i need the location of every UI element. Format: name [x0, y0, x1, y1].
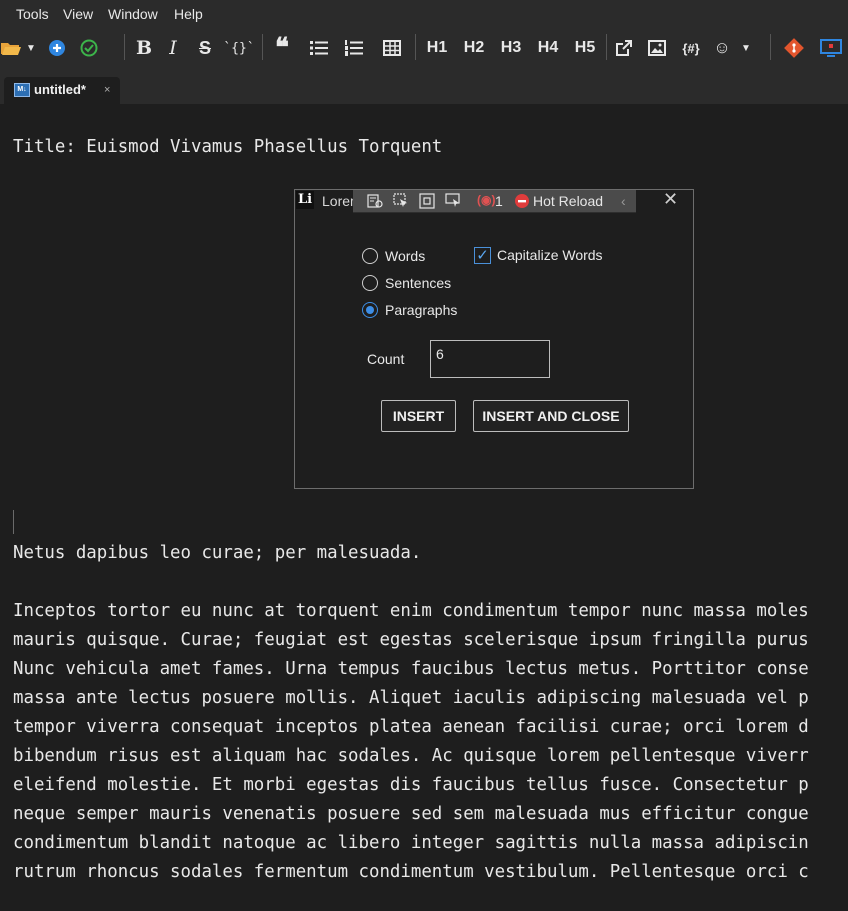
external-link-icon[interactable] — [614, 36, 634, 60]
chevron-down-icon[interactable]: ▼ — [24, 36, 38, 60]
hot-reload-stop-icon[interactable] — [514, 193, 530, 212]
paragraph-line: Inceptos tortor eu nunc at torquent enim… — [13, 601, 809, 621]
track-focus-icon[interactable] — [445, 193, 461, 212]
tab-title: untitled* — [34, 82, 86, 97]
paragraph-line: rutrum rhoncus sodales fermentum condime… — [13, 862, 809, 882]
paragraph-line: massa ante lectus posuere mollis. Alique… — [13, 688, 809, 708]
save-check-icon[interactable] — [79, 36, 99, 60]
close-dialog-icon[interactable]: ✕ — [663, 189, 678, 210]
paragraph-line: bibendum risus est aliquam hac sodales. … — [13, 746, 809, 766]
table-icon[interactable] — [382, 36, 402, 60]
hot-reload-label[interactable]: Hot Reload — [533, 193, 603, 209]
count-input[interactable] — [430, 340, 550, 378]
select-element-icon[interactable] — [393, 193, 409, 212]
menu-view[interactable]: View — [63, 6, 93, 22]
insert-and-close-button[interactable]: INSERT AND CLOSE — [473, 400, 629, 432]
close-tab-icon[interactable]: × — [104, 84, 110, 96]
radio-words[interactable] — [362, 248, 378, 264]
toolbar-divider — [606, 34, 607, 60]
paragraphs-label: Paragraphs — [385, 302, 458, 318]
radio-paragraphs[interactable] — [362, 302, 378, 318]
inline-code-icon[interactable]: `{}` — [223, 36, 254, 60]
strikethrough-icon[interactable]: S — [195, 36, 215, 60]
text-cursor — [13, 510, 14, 534]
live-visual-tree-icon[interactable] — [367, 193, 383, 212]
markdown-file-icon: M↓ — [14, 83, 30, 97]
new-document-icon[interactable] — [47, 36, 67, 60]
binding-failures-icon[interactable]: (◉) — [477, 193, 495, 207]
paragraph-line: neque semper mauris venenatis posuere se… — [13, 804, 809, 824]
collapse-toolbar-icon[interactable]: ‹ — [621, 193, 626, 209]
toolbar-divider — [415, 34, 416, 60]
paragraph-line: Nunc vehicula amet fames. Urna tempus fa… — [13, 659, 809, 679]
menu-window[interactable]: Window — [108, 6, 158, 22]
toolbar: ▼ B I S `{}` ❝ H1 H2 H3 H4 H5 {#} ☺ ▼ — [0, 28, 848, 68]
heading-5-button[interactable]: H5 — [573, 36, 597, 60]
sentences-label: Sentences — [385, 275, 452, 291]
app-logo-icon: Li — [296, 191, 314, 209]
preview-window-icon[interactable] — [819, 36, 843, 60]
toolbar-divider — [124, 34, 125, 60]
radio-sentences[interactable] — [362, 275, 378, 291]
menu-tools[interactable]: Tools — [16, 6, 49, 22]
tab-untitled[interactable]: M↓ untitled* × — [4, 77, 120, 104]
words-label: Words — [385, 248, 426, 264]
open-folder-icon[interactable] — [0, 36, 22, 60]
paragraph-line: eleifend molestie. Et morbi egestas dis … — [13, 775, 809, 795]
heading-1-button[interactable]: H1 — [425, 36, 449, 60]
toolbar-divider — [262, 34, 263, 60]
image-icon[interactable] — [647, 36, 667, 60]
toolbar-divider — [770, 34, 771, 60]
git-icon[interactable] — [783, 36, 805, 60]
snippet-icon[interactable]: {#} — [677, 36, 705, 60]
menu-help[interactable]: Help — [174, 6, 203, 22]
chevron-down-icon[interactable]: ▼ — [739, 36, 753, 60]
italic-icon[interactable]: I — [164, 36, 182, 60]
paragraph-line: condimentum blandit natoque ac libero in… — [13, 833, 809, 853]
bold-icon[interactable]: B — [134, 36, 154, 60]
tab-strip: M↓ untitled* × — [0, 68, 848, 104]
insert-button[interactable]: INSERT — [381, 400, 456, 432]
paragraph-line: mauris quisque. Curae; feugiat est egest… — [13, 630, 809, 650]
hot-reload-toolbar: (◉) 1 Hot Reload ‹ — [353, 190, 636, 213]
lorem-dialog: Li Lorem (◉) 1 Hot Reload ‹ ✕ Words Sent… — [294, 189, 694, 489]
heading-3-button[interactable]: H3 — [499, 36, 523, 60]
editor-line: Netus dapibus leo curae; per malesuada. — [13, 543, 422, 563]
blockquote-icon[interactable]: ❝ — [272, 35, 292, 61]
paragraph-line: tempor viverra consequat inceptos platea… — [13, 717, 809, 737]
bullet-list-icon[interactable] — [309, 36, 329, 60]
display-adorner-icon[interactable] — [419, 193, 435, 212]
menu-bar: Tools View Window Help — [0, 0, 848, 28]
numbered-list-icon[interactable] — [344, 36, 364, 60]
emoji-icon[interactable]: ☺ — [712, 36, 732, 60]
count-label: Count — [367, 351, 405, 367]
binding-failures-count: 1 — [495, 193, 503, 209]
capitalize-words-checkbox[interactable]: ✓ — [474, 247, 491, 264]
title-line: Title: Euismod Vivamus Phasellus Torquen… — [13, 137, 443, 157]
heading-4-button[interactable]: H4 — [536, 36, 560, 60]
heading-2-button[interactable]: H2 — [462, 36, 486, 60]
capitalize-words-label: Capitalize Words — [497, 247, 603, 263]
